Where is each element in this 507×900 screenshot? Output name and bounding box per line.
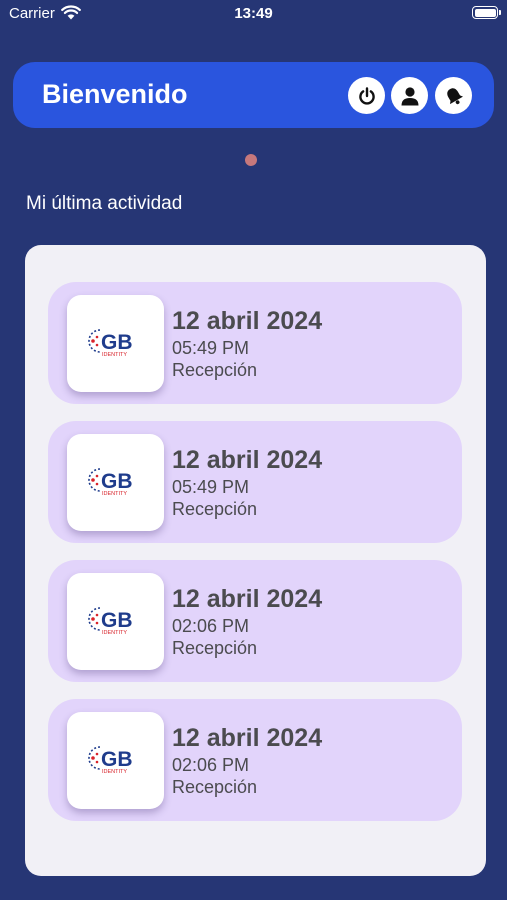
- status-time: 13:49: [234, 5, 273, 22]
- activity-item[interactable]: GB IDENTITY 12 abril 2024 02:06 PM Recep…: [48, 699, 462, 821]
- activity-date: 12 abril 2024: [172, 307, 323, 335]
- activity-place: Recepción: [172, 499, 258, 519]
- activity-item[interactable]: GB IDENTITY 12 abril 2024 02:06 PM Recep…: [48, 560, 462, 682]
- header-title: Bienvenido: [42, 79, 188, 109]
- logo-text: GB: [101, 331, 133, 354]
- header-bar: Bienvenido: [13, 62, 494, 128]
- logo-subtext: IDENTITY: [102, 769, 127, 775]
- notifications-button[interactable]: [435, 77, 472, 114]
- gb-identity-logo-icon: GB IDENTITY: [88, 746, 133, 775]
- activity-item[interactable]: GB IDENTITY 12 abril 2024 05:49 PM Recep…: [48, 421, 462, 543]
- user-icon: [401, 86, 418, 105]
- activity-date: 12 abril 2024: [172, 446, 323, 474]
- profile-button[interactable]: [391, 77, 428, 114]
- activity-time: 02:06 PM: [172, 755, 250, 775]
- activity-item[interactable]: GB IDENTITY 12 abril 2024 05:49 PM Recep…: [48, 282, 462, 404]
- power-button[interactable]: [348, 77, 385, 114]
- logo-subtext: IDENTITY: [102, 352, 127, 358]
- company-logo: GB IDENTITY: [67, 434, 164, 531]
- gb-identity-logo-icon: GB IDENTITY: [88, 329, 133, 358]
- activity-time: 05:49 PM: [172, 477, 250, 497]
- section-title: Mi última actividad: [26, 193, 183, 214]
- activity-place: Recepción: [172, 360, 258, 380]
- activity-date: 12 abril 2024: [172, 724, 323, 752]
- activity-card: GB IDENTITY 12 abril 2024 05:49 PM Recep…: [25, 245, 486, 876]
- company-logo: GB IDENTITY: [67, 712, 164, 809]
- logo-subtext: IDENTITY: [102, 630, 127, 636]
- activity-place: Recepción: [172, 638, 258, 658]
- activity-date: 12 abril 2024: [172, 585, 323, 613]
- page-indicator-dot: [245, 154, 257, 166]
- bell-icon: [446, 87, 463, 104]
- activity-time: 05:49 PM: [172, 338, 250, 358]
- screen: Carrier 13:49 Bienvenido Mi última activ…: [0, 0, 507, 900]
- activity-time: 02:06 PM: [172, 616, 250, 636]
- activity-place: Recepción: [172, 777, 258, 797]
- battery-icon: [472, 6, 501, 19]
- logo-text: GB: [101, 748, 133, 771]
- logo-text: GB: [101, 470, 133, 493]
- gb-identity-logo-icon: GB IDENTITY: [88, 468, 133, 497]
- logo-text: GB: [101, 609, 133, 632]
- status-bar: Carrier 13:49: [0, 0, 507, 28]
- power-icon: [358, 86, 375, 105]
- company-logo: GB IDENTITY: [67, 573, 164, 670]
- logo-subtext: IDENTITY: [102, 491, 127, 497]
- company-logo: GB IDENTITY: [67, 295, 164, 392]
- gb-identity-logo-icon: GB IDENTITY: [88, 607, 133, 636]
